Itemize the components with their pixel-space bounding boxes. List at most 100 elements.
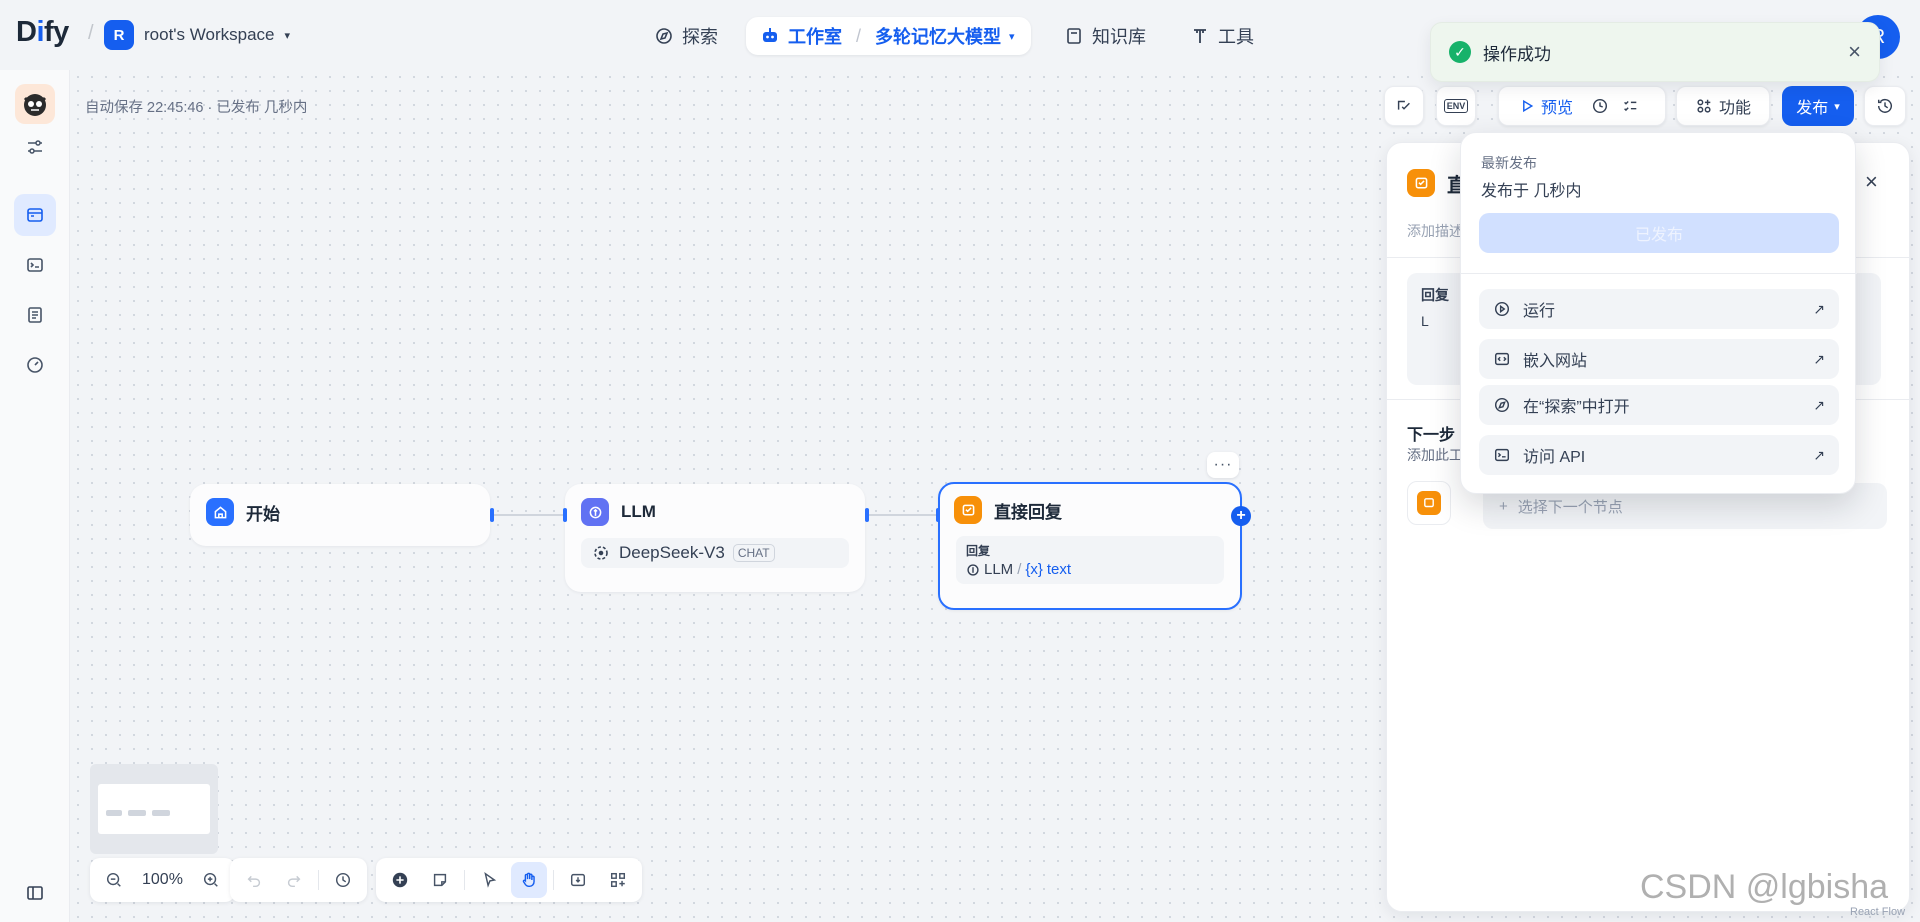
history-icon [1877,98,1892,113]
edge-start-llm[interactable] [494,514,564,516]
close-icon[interactable]: × [1848,39,1861,65]
terminal-icon [27,258,43,272]
success-toast: ✓ 操作成功 × [1430,22,1880,82]
nav-tools-label: 工具 [1218,27,1254,47]
add-next-node-button[interactable]: + [1231,506,1251,526]
sidebar-item-logs[interactable] [14,294,56,336]
node-more-button[interactable]: ··· [1207,452,1239,478]
home-icon [206,498,234,526]
chevron-down-icon: ▾ [1009,30,1015,43]
open-in-explore-item[interactable]: 在“探索”中打开 ↗ [1479,385,1839,425]
node-direct-reply[interactable]: 直接回复 回复 LLM / {x} text [938,482,1242,610]
publish-label: 发布 [1796,100,1829,117]
compass-icon [656,28,672,44]
version-history-button[interactable] [1864,86,1906,126]
published-time: 发布于 几秒内 [1481,183,1582,200]
preview-label: 预览 [1541,100,1574,117]
redo-button[interactable] [276,862,312,898]
list-check-icon [1624,100,1637,112]
panel-left-icon [27,886,43,900]
nav-tools[interactable]: 工具 [1176,17,1268,55]
zoom-out-button[interactable] [96,862,132,898]
embed-website-item[interactable]: 嵌入网站 ↗ [1479,339,1839,379]
pointer-mode-button[interactable] [471,862,507,898]
node-start[interactable]: 开始 [190,484,490,546]
node-output-handle[interactable] [865,508,869,522]
run-history-button[interactable] [1585,91,1615,121]
add-node-button[interactable] [382,862,418,898]
change-history-button[interactable] [325,862,361,898]
book-icon [1067,28,1081,44]
checklist-view-button[interactable] [1615,91,1645,121]
close-icon[interactable]: × [1865,169,1878,195]
model-name: DeepSeek-V3 [619,543,725,562]
node-llm[interactable]: LLM DeepSeek-V3 CHAT [565,484,865,592]
react-flow-attribution[interactable]: React Flow [1850,906,1905,918]
cursor-icon [484,872,497,888]
reply-icon [954,496,982,524]
minimap-node [128,810,146,816]
node-title: 开始 [246,504,280,524]
undo-button[interactable] [236,862,272,898]
zoom-out-icon [106,872,121,887]
workspace-switcher[interactable]: R root's Workspace ▾ [104,20,290,50]
published-button[interactable]: 已发布 [1479,213,1839,253]
minimap[interactable] [90,764,218,854]
canvas-tools [376,858,642,902]
llm-icon [581,498,609,526]
zoom-level[interactable]: 100% [136,871,189,889]
node-title: LLM [621,502,656,521]
deepseek-model-icon [594,546,608,560]
variable-reference: LLM / {x} text [966,561,1214,578]
node-output-handle[interactable] [490,508,494,522]
sticky-note-icon [433,873,447,887]
export-image-button[interactable] [560,862,596,898]
publish-button[interactable]: 发布 ▾ [1782,86,1854,126]
sidebar-item-monitoring[interactable] [14,344,56,386]
features-label: 功能 [1718,100,1751,117]
app-settings-button[interactable] [14,126,56,168]
plus-icon: + [1499,497,1508,515]
cat-face-icon [23,94,47,116]
nav-explore[interactable]: 探索 [640,17,732,55]
node-input-handle[interactable] [563,508,567,522]
sidebar-collapse-button[interactable] [14,872,56,914]
nav-studio[interactable]: 工作室 / 多轮记忆大模型 ▾ [746,17,1031,55]
undo-icon [247,875,261,888]
sidebar-item-api[interactable] [14,244,56,286]
image-download-icon [570,873,586,887]
hand-mode-button[interactable] [511,862,547,898]
toast-message: 操作成功 [1483,44,1551,64]
workspace-avatar: R [104,20,134,50]
edge-llm-reply[interactable] [869,514,939,516]
publish-popover: 最新发布 发布于 几秒内 已发布 运行 ↗ 嵌入网站 ↗ 在“探索”中打开 ↗ … [1460,132,1857,494]
env-variables-button[interactable]: ENV [1436,86,1476,126]
organize-blocks-button[interactable] [600,862,636,898]
current-app-name[interactable]: 多轮记忆大模型 [875,23,1001,49]
file-list-icon [28,307,42,323]
zoom-in-button[interactable] [193,862,229,898]
layout-grid-icon [610,872,626,888]
preview-group: 预览 [1498,86,1666,126]
minimap-viewport [98,784,210,834]
run-app-item[interactable]: 运行 ↗ [1479,289,1839,329]
panel-description-input[interactable]: 添加描述 [1407,221,1463,241]
access-api-item[interactable]: 访问 API ↗ [1479,435,1839,475]
csdn-watermark: CSDN @lgbisha [1640,868,1889,906]
nav-knowledge[interactable]: 知识库 [1050,17,1160,55]
node-input-handle[interactable] [936,508,940,522]
sliders-icon [28,140,42,154]
check-edit-icon [1397,100,1410,110]
sidebar-item-orchestrate[interactable] [14,194,56,236]
gauge-icon [27,357,43,373]
preview-button[interactable]: 预览 [1505,91,1585,121]
checklist-button[interactable] [1384,86,1424,126]
features-button[interactable]: 功能 [1676,86,1770,126]
autosave-status: 自动保存 22:45:46 · 已发布 几秒内 [85,100,308,116]
app-icon[interactable] [15,84,55,124]
add-note-button[interactable] [422,862,458,898]
external-arrow-icon: ↗ [1813,446,1825,463]
dify-logo[interactable]: Dify [16,16,69,49]
play-icon [1523,99,1534,113]
reply-content-box: 回复 LLM / {x} text [956,536,1224,584]
